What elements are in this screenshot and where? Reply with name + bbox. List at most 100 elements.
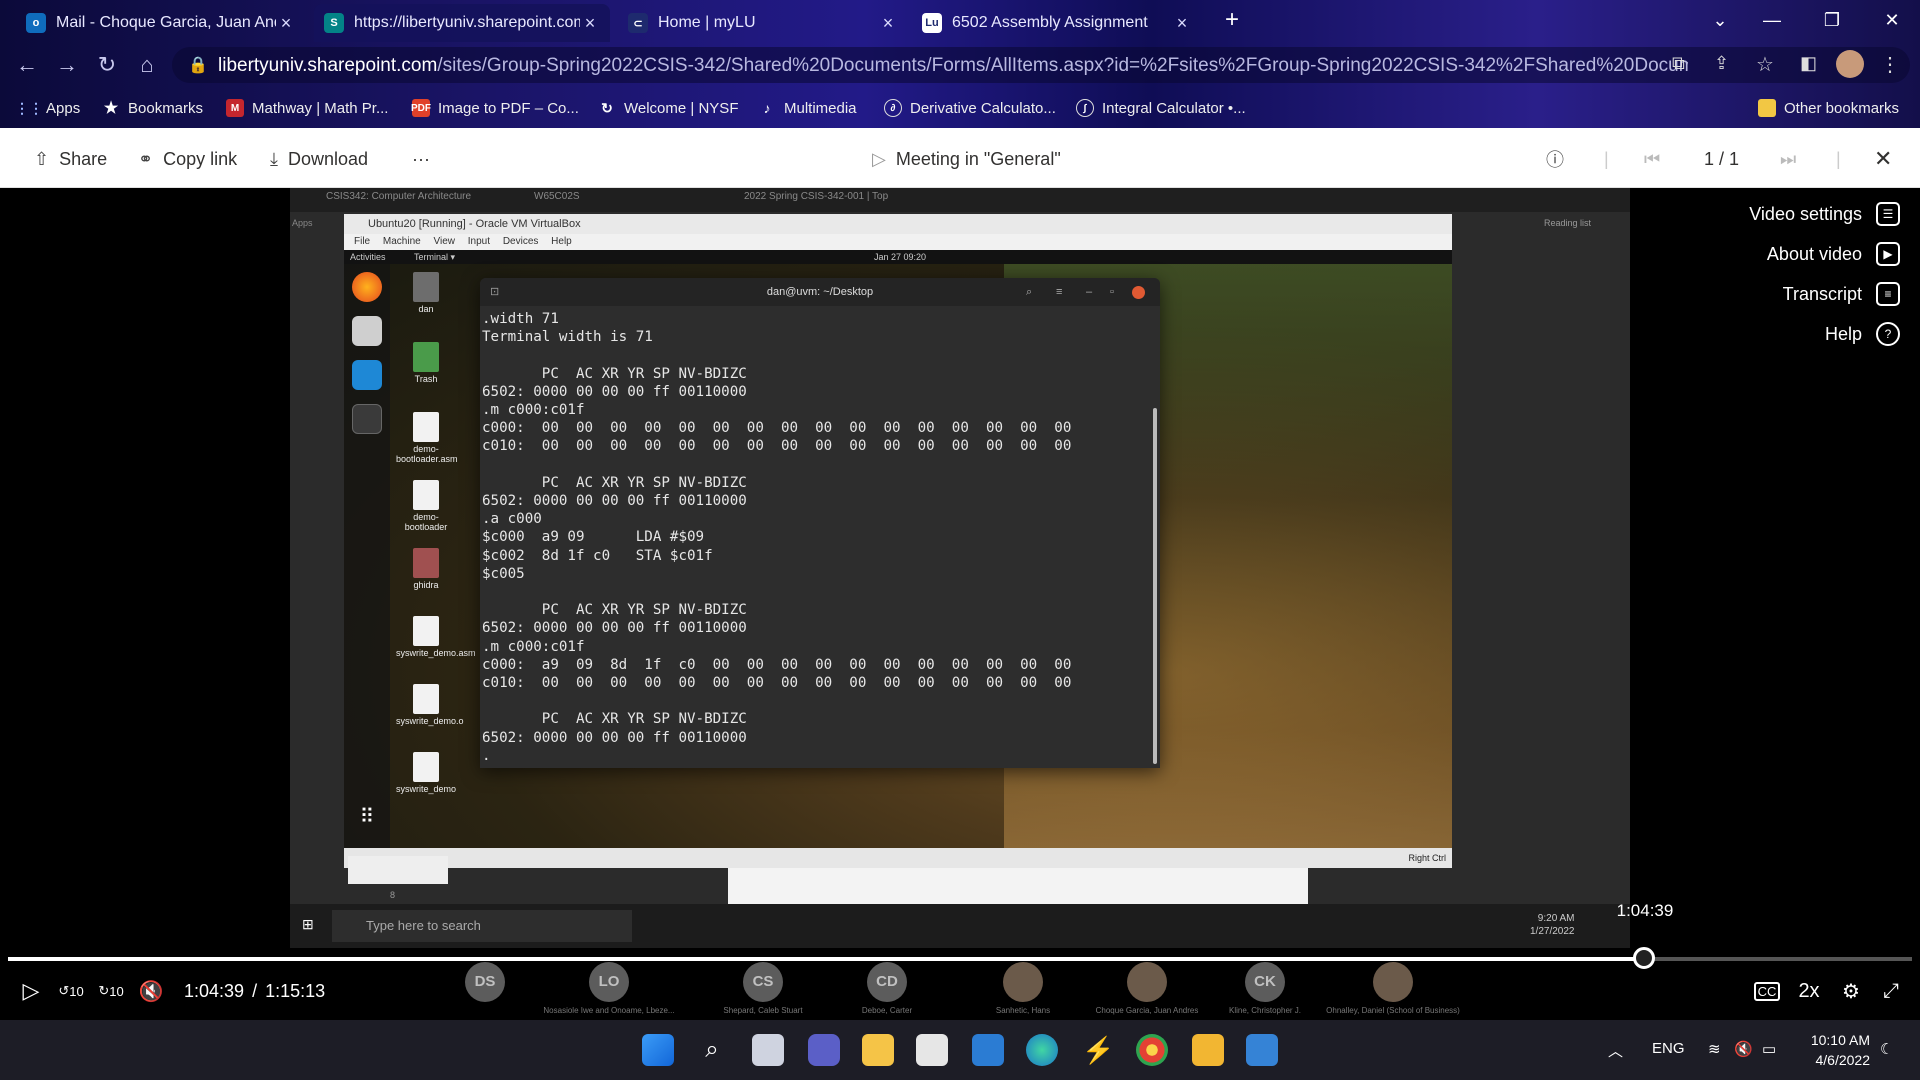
terminal-window[interactable]: dan@uvm: ~/Desktop ⊡ ⌕ ≡ – ▫ .width 71 Te… xyxy=(480,278,1160,768)
bookmark-mathway[interactable]: M Mathway | Math Pr... xyxy=(226,96,388,120)
vm-menu-item[interactable]: Input xyxy=(468,236,490,247)
firefox-icon[interactable] xyxy=(352,272,382,302)
vm-menu-item[interactable]: Devices xyxy=(503,236,539,247)
close-icon[interactable] xyxy=(1132,286,1145,299)
start-icon[interactable] xyxy=(642,1034,674,1066)
home-icon[interactable]: ⌂ xyxy=(132,50,162,80)
share-button[interactable]: ⇧ Share xyxy=(34,146,107,172)
desktop-icon-asm[interactable]: demo-bootloader.asm xyxy=(396,412,458,464)
url-text[interactable]: libertyuniv.sharepoint.com/sites/Group-S… xyxy=(218,55,1688,77)
tab-search-button[interactable]: ⌄ xyxy=(1700,6,1740,34)
video-settings-button[interactable]: Video settings ☰ xyxy=(1749,202,1900,226)
terminal-output[interactable]: .width 71 Terminal width is 71 PC AC XR Y… xyxy=(480,308,1152,766)
skip-forward-button[interactable]: ↻ 10 xyxy=(96,976,126,1006)
forward-icon[interactable]: → xyxy=(52,50,82,80)
edge-icon[interactable] xyxy=(1026,1034,1058,1066)
close-viewer-button[interactable]: ✕ xyxy=(1874,146,1892,172)
bookmark-multimedia[interactable]: ♪ Multimedia xyxy=(758,96,857,120)
desktop-icon-syswrite-asm[interactable]: syswrite_demo.asm xyxy=(396,616,476,658)
search-icon[interactable]: ⌕ xyxy=(696,1034,728,1066)
vm-menu-item[interactable]: File xyxy=(354,236,370,247)
notification-icon[interactable]: ☾ xyxy=(1880,1040,1893,1058)
close-icon[interactable]: × xyxy=(878,13,898,34)
menu-kebab-icon[interactable]: ⋮ xyxy=(1880,52,1900,77)
sticky-notes-icon[interactable] xyxy=(1192,1034,1224,1066)
captions-button[interactable]: CC xyxy=(1752,976,1782,1006)
close-icon[interactable]: × xyxy=(1172,13,1192,34)
bookmark-image-to-pdf[interactable]: PDF Image to PDF – Co... xyxy=(411,96,579,120)
help-button[interactable]: Help? xyxy=(1825,322,1900,346)
store-icon[interactable] xyxy=(916,1034,948,1066)
desktop-icon-syswrite-o[interactable]: syswrite_demo.o xyxy=(396,684,464,726)
reload-icon[interactable]: ↻ xyxy=(92,50,122,80)
hamburger-icon[interactable]: ≡ xyxy=(1056,278,1062,306)
bookmark-other[interactable]: Other bookmarks xyxy=(1758,96,1899,120)
file-explorer-icon[interactable] xyxy=(862,1034,894,1066)
skip-back-button[interactable]: ↺ 10 xyxy=(56,976,86,1006)
transcript-button[interactable]: Transcript ≡ xyxy=(1783,282,1900,306)
desktop-icon-trash[interactable]: Trash xyxy=(396,342,456,384)
mail-icon[interactable] xyxy=(972,1034,1004,1066)
copy-link-button[interactable]: ⚭ Copy link xyxy=(138,146,237,172)
bookmark-star-icon[interactable]: ☆ xyxy=(1756,52,1774,77)
taskbar-search[interactable]: Type here to search xyxy=(332,910,632,942)
wifi-icon[interactable]: ≋ xyxy=(1708,1040,1721,1058)
sidebar-icon[interactable]: ◧ xyxy=(1800,53,1817,74)
tab-assignment[interactable]: Lu 6502 Assembly Assignment × xyxy=(912,4,1202,42)
fullscreen-button[interactable]: ⤢ xyxy=(1876,976,1906,1006)
bookmark-apps[interactable]: ⋮⋮ Apps xyxy=(15,96,80,120)
files-icon[interactable] xyxy=(352,316,382,346)
omnibox[interactable]: 🔒 libertyuniv.sharepoint.com/sites/Group… xyxy=(172,47,1910,83)
window-close-button[interactable]: ✕ xyxy=(1872,6,1912,34)
vm-menu-item[interactable]: Help xyxy=(551,236,572,247)
vscode-icon[interactable] xyxy=(352,360,382,390)
minimize-button[interactable]: — xyxy=(1752,6,1792,34)
close-icon[interactable]: × xyxy=(580,13,600,34)
mute-button[interactable]: 🔇 xyxy=(136,976,166,1006)
new-tab-icon[interactable]: ⊡ xyxy=(490,278,499,306)
new-tab-button[interactable]: + xyxy=(1212,6,1252,34)
task-view-icon[interactable] xyxy=(752,1034,784,1066)
terminal-scrollbar[interactable] xyxy=(1153,408,1157,764)
battery-icon[interactable]: ▭ xyxy=(1762,1040,1776,1058)
tab-mail[interactable]: o Mail - Choque Garcia, Juan Andr × xyxy=(16,4,306,42)
vm-menu-item[interactable]: Machine xyxy=(383,236,421,247)
slide-thumbnail[interactable] xyxy=(348,856,448,884)
bookmark-nysf[interactable]: ↻ Welcome | NYSF xyxy=(598,96,738,120)
restore-button[interactable]: ❐ xyxy=(1812,6,1852,34)
last-page-icon[interactable]: ⏭ xyxy=(1780,146,1796,172)
system-clock[interactable]: 10:10 AM 4/6/2022 xyxy=(1811,1030,1870,1070)
download-button[interactable]: ⤓ Download xyxy=(270,146,368,172)
desktop-icon-binary[interactable]: demo-bootloader xyxy=(396,480,456,532)
maximize-icon[interactable]: ▫ xyxy=(1110,278,1114,306)
photos-icon[interactable] xyxy=(1246,1034,1278,1066)
bookmark-integral[interactable]: ∫ Integral Calculator •... xyxy=(1076,96,1246,120)
minimize-icon[interactable]: – xyxy=(1086,278,1092,306)
bolt-app-icon[interactable]: ⚡ xyxy=(1082,1034,1114,1066)
volume-muted-icon[interactable]: 🔇 xyxy=(1734,1040,1753,1058)
tab-sharepoint[interactable]: S https://libertyuniv.sharepoint.com × xyxy=(314,4,610,42)
seek-bar[interactable] xyxy=(8,947,1912,969)
windows-start-icon[interactable]: ⊞ xyxy=(302,916,314,933)
desktop-icon-syswrite[interactable]: syswrite_demo xyxy=(396,752,456,794)
activities-label[interactable]: Activities xyxy=(350,250,386,264)
terminal-icon[interactable] xyxy=(352,404,382,434)
app-menu-label[interactable]: Terminal ▾ xyxy=(414,250,455,264)
show-hidden-icons[interactable]: ︿ xyxy=(1608,1040,1623,1061)
desktop-icon-ghidra[interactable]: ghidra xyxy=(396,548,456,590)
play-button[interactable]: ▷ xyxy=(16,976,46,1006)
about-video-button[interactable]: About video ▶ xyxy=(1767,242,1900,266)
playback-speed-button[interactable]: 2x xyxy=(1794,976,1824,1006)
bookmark-bookmarks[interactable]: ★ Bookmarks xyxy=(102,96,203,120)
profile-avatar[interactable] xyxy=(1836,50,1864,78)
show-apps-icon[interactable]: ⠿ xyxy=(352,804,382,834)
translate-icon[interactable]: ⧉ xyxy=(1672,53,1685,74)
bookmark-derivative[interactable]: ∂ Derivative Calculato... xyxy=(884,96,1056,120)
close-icon[interactable]: × xyxy=(276,13,296,34)
search-icon[interactable]: ⌕ xyxy=(1026,278,1032,306)
language-indicator[interactable]: ENG xyxy=(1652,1040,1685,1057)
chrome-icon[interactable] xyxy=(1136,1034,1168,1066)
settings-button[interactable]: ⚙ xyxy=(1836,976,1866,1006)
chat-icon[interactable] xyxy=(808,1034,840,1066)
desktop-icon-home[interactable]: dan xyxy=(396,272,456,314)
